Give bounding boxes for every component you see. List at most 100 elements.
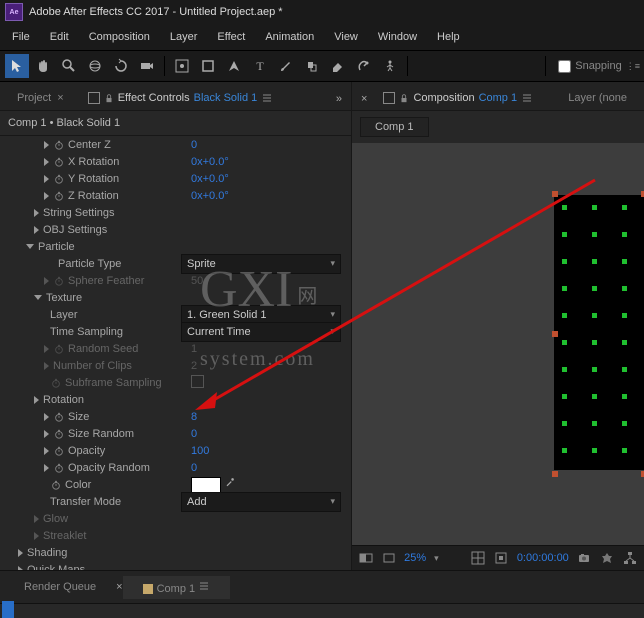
tab-render-queue[interactable]: Render Queue [4, 577, 116, 597]
tab-project[interactable]: Project× [5, 87, 76, 110]
prop-opacity-random[interactable]: Opacity Random0 [0, 459, 351, 476]
toolbar-divider [164, 56, 165, 76]
menu-view[interactable]: View [324, 28, 368, 46]
flowchart-icon[interactable] [623, 549, 638, 567]
group-rotation[interactable]: Rotation [0, 391, 351, 408]
prop-size-random[interactable]: Size Random0 [0, 425, 351, 442]
transfer-mode-select[interactable]: Add▾ [181, 492, 341, 512]
timecode[interactable]: 0:00:00:00 [517, 552, 569, 564]
svg-text:T: T [256, 59, 264, 73]
particle-type-select[interactable]: Sprite▾ [181, 254, 341, 274]
hand-tool[interactable] [31, 54, 55, 78]
prop-layer[interactable]: Layer1. Green Solid 1▾ [0, 306, 351, 323]
window-title: Adobe After Effects CC 2017 - Untitled P… [29, 6, 283, 18]
comp-name: Comp 1 [479, 92, 518, 104]
rotation-tool[interactable] [109, 54, 133, 78]
toolbar-divider [545, 56, 546, 76]
prop-time-sampling[interactable]: Time SamplingCurrent Time▾ [0, 323, 351, 340]
effect-controls-label: Effect Controls [118, 92, 190, 104]
group-string-settings[interactable]: String Settings [0, 204, 351, 221]
menu-edit[interactable]: Edit [40, 28, 79, 46]
chevron-icon[interactable]: ⋮≡ [626, 61, 640, 72]
menu-window[interactable]: Window [368, 28, 427, 46]
zoom-tool[interactable] [57, 54, 81, 78]
panel-overflow[interactable]: » [336, 93, 342, 105]
group-texture[interactable]: Texture [0, 289, 351, 306]
shape-tool[interactable] [196, 54, 220, 78]
selection-tool[interactable] [5, 54, 29, 78]
prop-y-rotation[interactable]: Y Rotation0x+0.0° [0, 170, 351, 187]
eyedropper-icon[interactable] [224, 476, 236, 488]
handle[interactable] [552, 471, 558, 477]
prop-x-rotation[interactable]: X Rotation0x+0.0° [0, 153, 351, 170]
prop-particle-type[interactable]: Particle TypeSprite▾ [0, 255, 351, 272]
tab-effect-controls[interactable]: Effect Controls Black Solid 1 [76, 87, 286, 110]
prop-transfer-mode[interactable]: Transfer ModeAdd▾ [0, 493, 351, 510]
timeline[interactable] [0, 603, 644, 618]
prop-size[interactable]: Size8 [0, 408, 351, 425]
menu-layer[interactable]: Layer [160, 28, 208, 46]
group-obj-settings[interactable]: OBJ Settings [0, 221, 351, 238]
pen-tool[interactable] [222, 54, 246, 78]
prop-center-z[interactable]: Center Z0 [0, 136, 351, 153]
eraser-tool[interactable] [326, 54, 350, 78]
tab-layer[interactable]: Layer (none [556, 87, 639, 110]
effect-controls-tree: Center Z0 X Rotation0x+0.0° Y Rotation0x… [0, 136, 351, 570]
snapping-toggle[interactable]: Snapping ⋮≡ [554, 57, 640, 76]
comp-subtabs: Comp 1 [360, 117, 636, 137]
prop-color[interactable]: Color [0, 476, 351, 493]
tab-timeline-comp1[interactable]: Comp 1 [123, 576, 231, 599]
camera-icon[interactable] [577, 549, 592, 567]
time-sampling-select[interactable]: Current Time▾ [181, 322, 341, 342]
menu-icon[interactable] [521, 92, 533, 104]
mask-icon[interactable] [494, 549, 509, 567]
breadcrumb: Comp 1 • Black Solid 1 [0, 111, 351, 136]
prop-opacity[interactable]: Opacity100 [0, 442, 351, 459]
text-tool[interactable]: T [248, 54, 272, 78]
handle[interactable] [552, 331, 558, 337]
lock-icon [104, 93, 114, 103]
zoom-value[interactable]: 25% [404, 552, 426, 564]
display-icon[interactable] [358, 549, 373, 567]
prop-z-rotation[interactable]: Z Rotation0x+0.0° [0, 187, 351, 204]
grid-icon[interactable] [471, 549, 486, 567]
snapping-checkbox[interactable] [558, 60, 571, 73]
close-icon[interactable]: × [357, 89, 371, 109]
snapshot-icon[interactable] [600, 549, 615, 567]
menu-file[interactable]: File [2, 28, 40, 46]
group-quick-maps[interactable]: Quick Maps [0, 561, 351, 570]
clone-tool[interactable] [300, 54, 324, 78]
orbit-tool[interactable] [83, 54, 107, 78]
zoom-dropdown-icon[interactable]: ▾ [434, 553, 439, 564]
close-icon[interactable]: × [57, 92, 63, 104]
comp-color-icon [143, 584, 153, 594]
camera-tool[interactable] [135, 54, 159, 78]
puppet-tool[interactable] [378, 54, 402, 78]
prop-random-seed: Random Seed1 [0, 340, 351, 357]
anchor-tool[interactable] [170, 54, 194, 78]
roto-tool[interactable] [352, 54, 376, 78]
timeline-tabs: Render Queue × Comp 1 [0, 570, 644, 603]
brush-tool[interactable] [274, 54, 298, 78]
group-particle[interactable]: Particle [0, 238, 351, 255]
menu-effect[interactable]: Effect [207, 28, 255, 46]
subtab-comp1[interactable]: Comp 1 [360, 117, 429, 137]
menu-help[interactable]: Help [427, 28, 470, 46]
menu-animation[interactable]: Animation [255, 28, 324, 46]
menu-icon[interactable] [198, 580, 210, 592]
tab-composition[interactable]: Composition Comp 1 [371, 87, 545, 110]
resolution-icon[interactable] [381, 549, 396, 567]
menu-icon[interactable] [261, 92, 273, 104]
menubar: File Edit Composition Layer Effect Anima… [0, 24, 644, 50]
menu-composition[interactable]: Composition [79, 28, 160, 46]
handle[interactable] [552, 191, 558, 197]
color-swatch-icon [383, 92, 395, 104]
titlebar: Ae Adobe After Effects CC 2017 - Untitle… [0, 0, 644, 24]
viewer-toolbar: 25% ▾ 0:00:00:00 [352, 545, 644, 570]
group-shading[interactable]: Shading [0, 544, 351, 561]
color-swatch-icon [88, 92, 100, 104]
snapping-label: Snapping [575, 60, 622, 72]
composition-label: Composition [413, 92, 474, 104]
prop-num-clips: Number of Clips2 [0, 357, 351, 374]
composition-viewer[interactable]: 25% ▾ 0:00:00:00 [352, 143, 644, 570]
